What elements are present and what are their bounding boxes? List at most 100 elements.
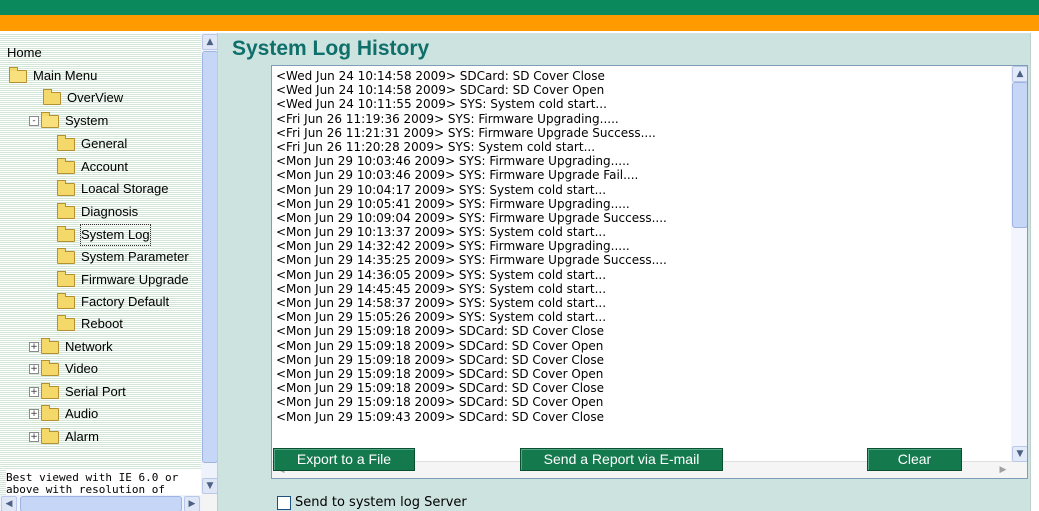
folder-icon (57, 292, 75, 309)
sidebar-item-audio[interactable]: + Audio (29, 404, 98, 424)
accent-bar (0, 15, 1039, 31)
sidebar-item-video[interactable]: + Video (29, 359, 98, 379)
expand-icon[interactable]: + (29, 409, 39, 419)
scroll-thumb[interactable] (202, 51, 217, 463)
collapse-icon[interactable]: - (29, 116, 39, 126)
sidebar-item-network[interactable]: + Network (29, 337, 113, 357)
scroll-right-icon[interactable]: ▶ (184, 496, 200, 511)
sidebar-item-local-storage[interactable]: Loacal Storage (57, 179, 168, 199)
log-line: <Mon Jun 29 15:09:18 2009> SDCard: SD Co… (276, 324, 605, 339)
log-line: <Mon Jun 29 10:03:46 2009> SYS: Firmware… (276, 154, 630, 169)
log-line: <Wed Jun 24 10:14:58 2009> SDCard: SD Co… (276, 83, 605, 98)
scroll-down-icon[interactable]: ▼ (202, 478, 217, 494)
scroll-down-icon[interactable]: ▼ (1012, 446, 1027, 462)
sidebar-item-system[interactable]: - System (29, 111, 108, 131)
folder-open-icon (41, 111, 59, 128)
sidebar-item-account[interactable]: Account (57, 157, 128, 177)
folder-icon (41, 427, 59, 444)
folder-icon (41, 337, 59, 354)
log-line: <Mon Jun 29 15:09:43 2009> SDCard: SD Co… (276, 409, 605, 424)
sidebar-item-label: Serial Port (65, 384, 126, 399)
sidebar-horizontal-scrollbar[interactable]: ◀ ▶ (0, 495, 201, 511)
sidebar-item-label: Audio (65, 406, 99, 421)
page-title: System Log History (232, 37, 430, 60)
expand-icon[interactable]: + (29, 387, 39, 397)
sidebar-item-label: Diagnosis (81, 204, 139, 219)
sidebar-item-factory-default[interactable]: Factory Default (57, 292, 169, 312)
send-report-email-button[interactable]: Send a Report via E-mail (520, 448, 723, 471)
log-line: <Mon Jun 29 15:09:18 2009> SDCard: SD Co… (276, 395, 604, 410)
folder-icon (57, 157, 75, 174)
folder-icon (57, 314, 75, 331)
folder-icon (57, 179, 75, 196)
sidebar-item-label: Factory Default (81, 294, 170, 309)
sidebar-item-system-log[interactable]: System Log (57, 224, 151, 246)
right-frame-edge (1030, 33, 1039, 511)
log-line: <Fri Jun 26 11:20:28 2009> SYS: System c… (276, 139, 596, 154)
log-line: <Mon Jun 29 14:36:05 2009> SYS: System c… (276, 267, 607, 282)
scroll-up-icon[interactable]: ▲ (1012, 66, 1027, 82)
sidebar-item-alarm[interactable]: + Alarm (29, 427, 99, 447)
send-to-log-server-checkbox[interactable] (277, 495, 291, 510)
log-line: <Wed Jun 24 10:14:58 2009> SDCard: SD Co… (276, 69, 605, 83)
sidebar-item-label: System (65, 113, 109, 128)
expand-icon[interactable]: + (29, 342, 39, 352)
export-to-file-button[interactable]: Export to a File (273, 448, 415, 471)
folder-open-icon (9, 66, 27, 83)
sidebar-item-label: Loacal Storage (81, 181, 169, 196)
log-line: <Mon Jun 29 10:03:46 2009> SYS: Firmware… (276, 168, 639, 183)
sidebar-item-label: Home (7, 45, 42, 60)
expand-icon[interactable]: + (29, 432, 39, 442)
log-line: <Mon Jun 29 15:09:18 2009> SDCard: SD Co… (276, 352, 605, 367)
sidebar-item-label: System Parameter (81, 249, 189, 264)
log-line: <Mon Jun 29 10:04:17 2009> SYS: System c… (276, 182, 607, 197)
browser-note: Best viewed with IE 6.0 or above with re… (6, 470, 201, 496)
sidebar-item-general[interactable]: General (57, 134, 127, 154)
send-to-log-server-label: Send to system log Server (295, 495, 467, 510)
log-line: <Mon Jun 29 10:05:41 2009> SYS: Firmware… (276, 196, 630, 211)
sidebar-item-overview[interactable]: OverView (43, 88, 123, 108)
expand-icon[interactable]: + (29, 364, 39, 374)
sidebar-item-label: Main Menu (33, 68, 98, 83)
system-log-textarea[interactable]: <Wed Jun 24 10:14:58 2009> SDCard: SD Co… (271, 65, 1028, 479)
sidebar-item-serial-port[interactable]: + Serial Port (29, 382, 126, 402)
send-to-log-server-option[interactable]: Send to system log Server (277, 495, 467, 510)
log-line: <Mon Jun 29 15:09:18 2009> SDCard: SD Co… (276, 381, 605, 396)
scroll-thumb[interactable] (20, 496, 182, 511)
top-banner-bar (0, 0, 1039, 15)
folder-icon (43, 88, 61, 105)
scroll-thumb[interactable] (1012, 82, 1027, 228)
sidebar-item-reboot[interactable]: Reboot (57, 314, 123, 334)
log-line: <Mon Jun 29 14:45:45 2009> SYS: System c… (276, 281, 607, 296)
log-vertical-scrollbar[interactable]: ▲ ▼ (1011, 66, 1027, 462)
sidebar-item-label: Account (81, 159, 128, 174)
folder-icon (57, 247, 75, 264)
scroll-right-icon[interactable]: ▶ (996, 463, 1010, 477)
log-line: <Fri Jun 26 11:21:31 2009> SYS: Firmware… (276, 125, 656, 140)
sidebar-item-label: General (81, 136, 128, 151)
folder-icon (41, 359, 59, 376)
folder-icon (57, 225, 75, 242)
sidebar-item-firmware-upgrade[interactable]: Firmware Upgrade (57, 270, 189, 290)
log-line: <Mon Jun 29 14:58:37 2009> SYS: System c… (276, 296, 607, 310)
log-line: <Wed Jun 24 10:11:55 2009> SYS: System c… (276, 97, 607, 112)
sidebar-item-label: Reboot (81, 316, 123, 331)
sidebar-item-diagnosis[interactable]: Diagnosis (57, 202, 138, 222)
sidebar-item-label: Alarm (65, 429, 99, 444)
log-line: <Mon Jun 29 15:09:18 2009> SDCard: SD Co… (276, 366, 604, 381)
folder-icon (41, 382, 59, 399)
sidebar-vertical-scrollbar[interactable]: ▲ ▼ (201, 33, 217, 494)
main-content: System Log History <Wed Jun 24 10:14:58 … (218, 33, 1039, 511)
sidebar-item-label: Video (65, 361, 99, 376)
sidebar-item-home[interactable]: Home (7, 43, 42, 63)
sidebar-item-system-parameter[interactable]: System Parameter (57, 247, 189, 267)
scroll-up-icon[interactable]: ▲ (202, 34, 217, 50)
log-line: <Mon Jun 29 14:35:25 2009> SYS: Firmware… (276, 253, 667, 268)
folder-icon (57, 134, 75, 151)
scrollbar-corner (1011, 462, 1027, 478)
log-line: <Mon Jun 29 15:05:26 2009> SYS: System c… (276, 310, 607, 325)
sidebar-nav: Home Main Menu OverView - System General… (0, 33, 218, 511)
scroll-left-icon[interactable]: ◀ (1, 496, 17, 511)
clear-button[interactable]: Clear (867, 448, 962, 471)
sidebar-item-main-menu[interactable]: Main Menu (9, 66, 97, 86)
